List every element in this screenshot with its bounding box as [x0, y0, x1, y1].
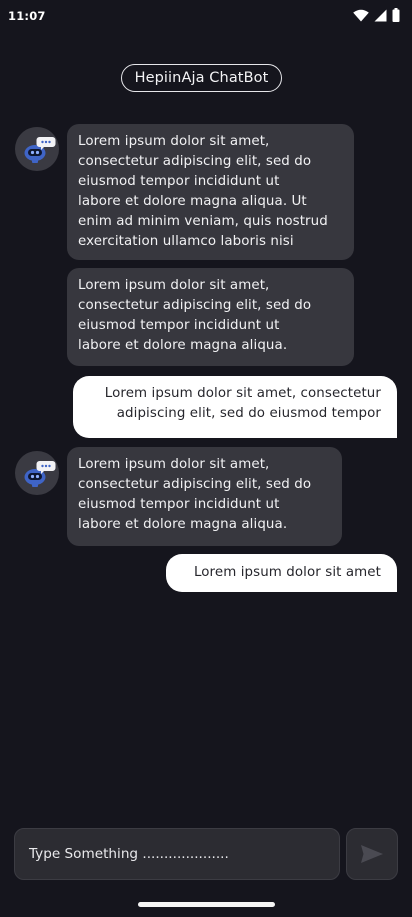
message-input[interactable]: Type Something .................... [14, 828, 340, 880]
battery-icon [392, 7, 400, 26]
cellular-signal-icon [374, 7, 387, 26]
wifi-icon [353, 7, 369, 26]
user-message: Lorem ipsum dolor sit amet, consectetur … [73, 376, 397, 438]
bot-message: Lorem ipsum dolor sit amet, consectetur … [67, 268, 354, 366]
bot-message: Lorem ipsum dolor sit amet, consectetur … [67, 124, 354, 260]
home-indicator[interactable] [138, 902, 275, 907]
status-bar: 11:07 [0, 0, 412, 32]
bot-message: Lorem ipsum dolor sit amet, consectetur … [67, 447, 342, 546]
bot-avatar [15, 451, 59, 495]
robot-icon [24, 461, 56, 487]
send-icon [361, 845, 383, 863]
robot-icon [24, 137, 56, 163]
user-message: Lorem ipsum dolor sit amet [166, 554, 397, 592]
message-input-placeholder: Type Something .................... [29, 846, 229, 862]
send-button[interactable] [346, 828, 398, 880]
bot-avatar [15, 127, 59, 171]
status-time: 11:07 [8, 9, 46, 23]
status-icons [353, 7, 400, 26]
chat-title: HepiinAja ChatBot [121, 64, 282, 92]
